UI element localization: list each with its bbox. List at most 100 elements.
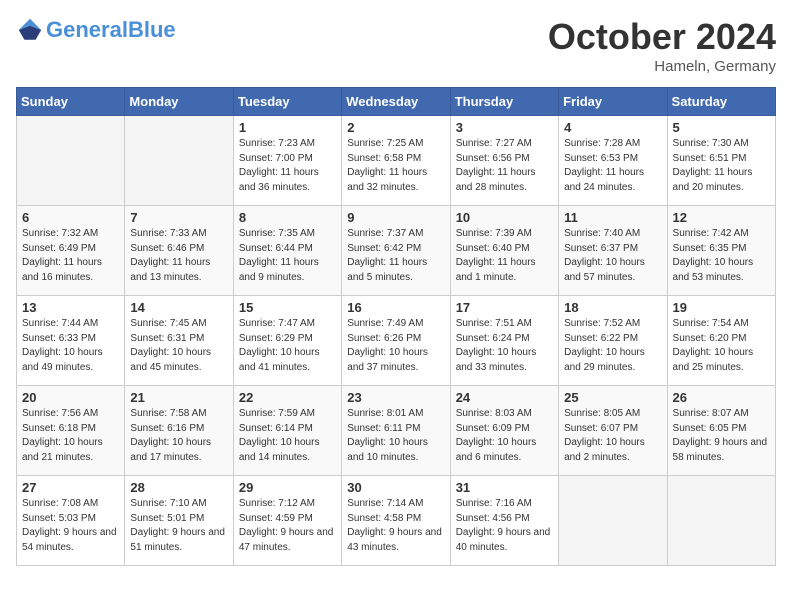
day-info: Sunrise: 7:40 AMSunset: 6:37 PMDaylight:… (564, 227, 661, 285)
day-number: 25 (564, 390, 661, 405)
day-cell: 18 Sunrise: 7:52 AMSunset: 6:22 PMDayligh… (559, 296, 667, 386)
day-info: Sunrise: 7:59 AMSunset: 6:14 PMDaylight:… (239, 407, 336, 465)
day-info: Sunrise: 7:49 AMSunset: 6:26 PMDaylight:… (347, 317, 444, 375)
day-info: Sunrise: 8:07 AMSunset: 6:05 PMDaylight:… (673, 407, 770, 465)
day-info: Sunrise: 7:58 AMSunset: 6:16 PMDaylight:… (130, 407, 227, 465)
day-info: Sunrise: 7:54 AMSunset: 6:20 PMDaylight:… (673, 317, 770, 375)
day-cell: 12 Sunrise: 7:42 AMSunset: 6:35 PMDayligh… (667, 206, 775, 296)
day-number: 14 (130, 300, 227, 315)
weekday-header-row: SundayMondayTuesdayWednesdayThursdayFrid… (17, 88, 776, 116)
day-number: 17 (456, 300, 553, 315)
day-cell: 16 Sunrise: 7:49 AMSunset: 6:26 PMDayligh… (342, 296, 450, 386)
week-row-4: 20 Sunrise: 7:56 AMSunset: 6:18 PMDayligh… (17, 386, 776, 476)
day-number: 27 (22, 480, 119, 495)
day-number: 1 (239, 120, 336, 135)
day-number: 18 (564, 300, 661, 315)
day-info: Sunrise: 7:37 AMSunset: 6:42 PMDaylight:… (347, 227, 444, 285)
day-cell: 5Sunrise: 7:30 AMSunset: 6:51 PMDaylight… (667, 116, 775, 206)
title-area: October 2024 Hameln, Germany (548, 16, 776, 75)
week-row-5: 27Sunrise: 7:08 AMSunset: 5:03 PMDayligh… (17, 476, 776, 566)
day-cell (667, 476, 775, 566)
day-number: 26 (673, 390, 770, 405)
day-info: Sunrise: 7:51 AMSunset: 6:24 PMDaylight:… (456, 317, 553, 375)
day-info: Sunrise: 7:45 AMSunset: 6:31 PMDaylight:… (130, 317, 227, 375)
day-cell: 28Sunrise: 7:10 AMSunset: 5:01 PMDayligh… (125, 476, 233, 566)
day-info: Sunrise: 7:42 AMSunset: 6:35 PMDaylight:… (673, 227, 770, 285)
calendar-table: SundayMondayTuesdayWednesdayThursdayFrid… (16, 87, 776, 566)
day-info: Sunrise: 7:33 AMSunset: 6:46 PMDaylight:… (130, 227, 227, 285)
day-cell (125, 116, 233, 206)
day-number: 15 (239, 300, 336, 315)
day-info: Sunrise: 7:28 AMSunset: 6:53 PMDaylight:… (564, 137, 661, 195)
day-number: 23 (347, 390, 444, 405)
day-cell: 15 Sunrise: 7:47 AMSunset: 6:29 PMDayligh… (233, 296, 341, 386)
location: Hameln, Germany (548, 58, 776, 75)
day-cell: 25 Sunrise: 8:05 AMSunset: 6:07 PMDayligh… (559, 386, 667, 476)
day-info: Sunrise: 8:05 AMSunset: 6:07 PMDaylight:… (564, 407, 661, 465)
day-info: Sunrise: 7:30 AMSunset: 6:51 PMDaylight:… (673, 137, 770, 195)
day-cell: 26 Sunrise: 8:07 AMSunset: 6:05 PMDayligh… (667, 386, 775, 476)
day-number: 28 (130, 480, 227, 495)
day-cell: 20 Sunrise: 7:56 AMSunset: 6:18 PMDayligh… (17, 386, 125, 476)
day-number: 21 (130, 390, 227, 405)
page-header: GeneralBlue October 2024 Hameln, Germany (16, 16, 776, 75)
month-title: October 2024 (548, 16, 776, 58)
day-cell: 13 Sunrise: 7:44 AMSunset: 6:33 PMDayligh… (17, 296, 125, 386)
day-cell: 22 Sunrise: 7:59 AMSunset: 6:14 PMDayligh… (233, 386, 341, 476)
week-row-2: 6 Sunrise: 7:32 AMSunset: 6:49 PMDaylight… (17, 206, 776, 296)
weekday-header-wednesday: Wednesday (342, 88, 450, 116)
week-row-1: 1 Sunrise: 7:23 AMSunset: 7:00 PMDaylight… (17, 116, 776, 206)
day-number: 7 (130, 210, 227, 225)
logo-blue: Blue (128, 17, 176, 42)
day-info: Sunrise: 7:35 AMSunset: 6:44 PMDaylight:… (239, 227, 336, 285)
day-number: 22 (239, 390, 336, 405)
day-number: 20 (22, 390, 119, 405)
logo-text: GeneralBlue (46, 19, 176, 41)
day-info: Sunrise: 7:32 AMSunset: 6:49 PMDaylight:… (22, 227, 119, 285)
day-number: 16 (347, 300, 444, 315)
day-cell (559, 476, 667, 566)
day-number: 9 (347, 210, 444, 225)
day-info: Sunrise: 7:23 AMSunset: 7:00 PMDaylight:… (239, 137, 336, 195)
logo-general: General (46, 17, 128, 42)
day-info: Sunrise: 7:27 AMSunset: 6:56 PMDaylight:… (456, 137, 553, 195)
weekday-header-monday: Monday (125, 88, 233, 116)
weekday-header-friday: Friday (559, 88, 667, 116)
day-info: Sunrise: 7:44 AMSunset: 6:33 PMDaylight:… (22, 317, 119, 375)
day-info: Sunrise: 7:25 AMSunset: 6:58 PMDaylight:… (347, 137, 444, 195)
day-cell: 19 Sunrise: 7:54 AMSunset: 6:20 PMDayligh… (667, 296, 775, 386)
day-number: 3 (456, 120, 553, 135)
day-number: 19 (673, 300, 770, 315)
day-info: Sunrise: 7:12 AMSunset: 4:59 PMDaylight:… (239, 497, 336, 555)
logo-icon (16, 16, 44, 44)
day-cell: 10Sunrise: 7:39 AMSunset: 6:40 PMDayligh… (450, 206, 558, 296)
day-cell: 14 Sunrise: 7:45 AMSunset: 6:31 PMDayligh… (125, 296, 233, 386)
day-number: 30 (347, 480, 444, 495)
day-cell: 7 Sunrise: 7:33 AMSunset: 6:46 PMDaylight… (125, 206, 233, 296)
day-cell: 1 Sunrise: 7:23 AMSunset: 7:00 PMDaylight… (233, 116, 341, 206)
day-cell: 2Sunrise: 7:25 AMSunset: 6:58 PMDaylight… (342, 116, 450, 206)
day-number: 6 (22, 210, 119, 225)
day-cell: 23Sunrise: 8:01 AMSunset: 6:11 PMDayligh… (342, 386, 450, 476)
day-cell: 11Sunrise: 7:40 AMSunset: 6:37 PMDayligh… (559, 206, 667, 296)
day-cell: 29 Sunrise: 7:12 AMSunset: 4:59 PMDayligh… (233, 476, 341, 566)
day-info: Sunrise: 8:03 AMSunset: 6:09 PMDaylight:… (456, 407, 553, 465)
day-number: 10 (456, 210, 553, 225)
day-number: 29 (239, 480, 336, 495)
day-cell: 4 Sunrise: 7:28 AMSunset: 6:53 PMDaylight… (559, 116, 667, 206)
day-cell: 27Sunrise: 7:08 AMSunset: 5:03 PMDayligh… (17, 476, 125, 566)
day-info: Sunrise: 7:56 AMSunset: 6:18 PMDaylight:… (22, 407, 119, 465)
weekday-header-thursday: Thursday (450, 88, 558, 116)
day-number: 13 (22, 300, 119, 315)
day-cell: 9 Sunrise: 7:37 AMSunset: 6:42 PMDaylight… (342, 206, 450, 296)
logo: GeneralBlue (16, 16, 176, 44)
day-number: 4 (564, 120, 661, 135)
day-cell: 30 Sunrise: 7:14 AMSunset: 4:58 PMDayligh… (342, 476, 450, 566)
day-info: Sunrise: 7:14 AMSunset: 4:58 PMDaylight:… (347, 497, 444, 555)
weekday-header-tuesday: Tuesday (233, 88, 341, 116)
day-cell: 24Sunrise: 8:03 AMSunset: 6:09 PMDayligh… (450, 386, 558, 476)
day-info: Sunrise: 7:52 AMSunset: 6:22 PMDaylight:… (564, 317, 661, 375)
day-number: 12 (673, 210, 770, 225)
weekday-header-sunday: Sunday (17, 88, 125, 116)
day-info: Sunrise: 7:47 AMSunset: 6:29 PMDaylight:… (239, 317, 336, 375)
